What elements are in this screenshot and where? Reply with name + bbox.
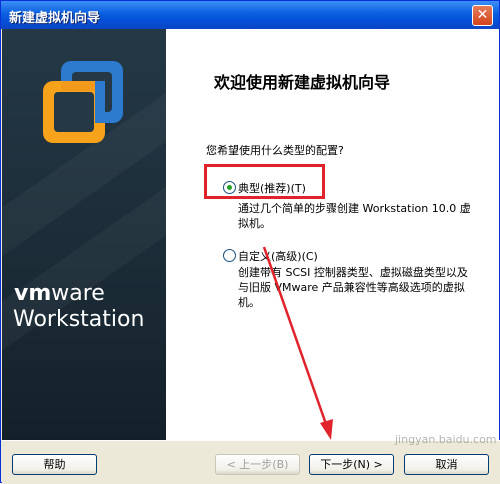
watermark: jingyan.baidu.com — [395, 433, 497, 446]
typical-description: 通过几个简单的步骤创建 Workstation 10.0 虚拟机。 — [238, 202, 471, 230]
help-button[interactable]: 帮助 — [12, 454, 97, 475]
custom-description: 创建带有 SCSI 控制器类型、虚拟磁盘类型以及与旧版 VMware 产品兼容性… — [238, 266, 468, 309]
side-banner: vmware Workstation — [2, 29, 166, 440]
custom-radio[interactable] — [223, 249, 236, 262]
content-panel: 欢迎使用新建虚拟机向导 您希望使用什么类型的配置? 典型(推荐)(T) 通过几个… — [166, 29, 499, 440]
cancel-button[interactable]: 取消 — [404, 454, 489, 475]
brand-workstation: Workstation — [13, 307, 145, 332]
close-icon: ✕ — [476, 7, 489, 23]
vmware-logo-icon — [43, 61, 123, 143]
wizard-window: 新建虚拟机向导 ✕ vmware Workstation 欢迎使用新建虚拟机向导… — [0, 0, 500, 484]
button-bar: 帮助 < 上一步(B) 下一步(N) > 取消 — [2, 440, 500, 484]
brand-vm-text: vm — [14, 281, 52, 306]
brand-ware-text: ware — [51, 281, 105, 306]
brand-vmware: vmware — [14, 281, 105, 306]
title-bar[interactable]: 新建虚拟机向导 ✕ — [1, 1, 499, 29]
config-question: 您希望使用什么类型的配置? — [206, 144, 344, 157]
custom-label[interactable]: 自定义(高级)(C) — [238, 248, 318, 264]
close-button[interactable]: ✕ — [472, 5, 493, 26]
highlight-box — [204, 164, 325, 199]
back-button[interactable]: < 上一步(B) — [215, 454, 300, 475]
page-title: 欢迎使用新建虚拟机向导 — [214, 73, 391, 92]
next-button[interactable]: 下一步(N) > — [309, 454, 394, 475]
window-title: 新建虚拟机向导 — [9, 11, 101, 26]
